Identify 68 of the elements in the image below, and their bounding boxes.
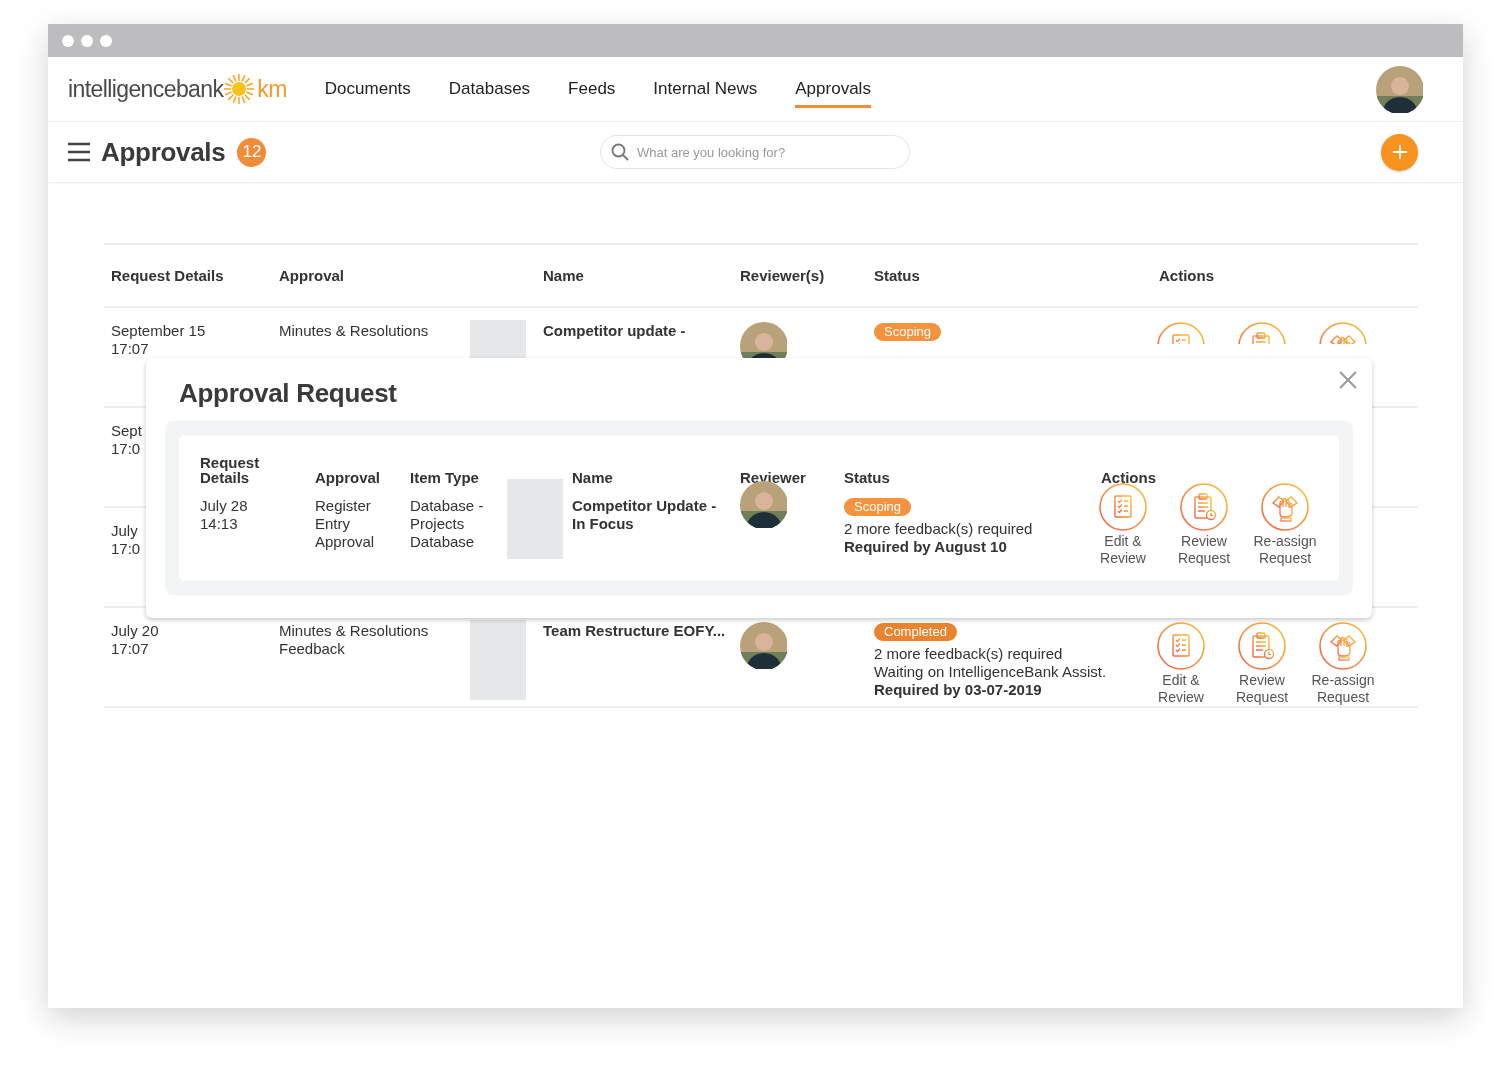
status-badge: Completed [874,623,957,641]
time-text: 14:13 [200,515,239,533]
search-field[interactable]: What are you looking for? [600,135,910,169]
approval-type: Minutes & Resolutions Feedback [279,622,430,658]
add-button[interactable] [1381,133,1418,171]
column-header: Reviewer(s) [739,267,826,284]
hands-icon [1319,622,1367,670]
column-header: Status [844,470,891,487]
sun-logo-icon [223,73,256,105]
column-header: Status [873,267,921,284]
column-header: Reviewer [740,470,807,487]
edit-review-button[interactable]: Edit & Review [1143,622,1219,706]
nav-link[interactable]: Documents [324,70,411,108]
search-icon [611,143,629,161]
time-text: 17:07 [111,640,149,658]
reassign-request-button[interactable]: Re-assign Request [1305,622,1381,706]
checklist-icon [1157,622,1205,670]
window-control[interactable] [81,34,93,47]
item-name[interactable]: Competitor update - [543,322,733,340]
item-name[interactable]: Team Restructure EOFY... [543,622,733,640]
column-header: Approval [278,267,345,284]
nav-link[interactable]: Databases [448,70,531,108]
nav-link[interactable]: Feeds [568,70,616,108]
window-control[interactable] [100,34,112,47]
due-date: Required by 03-07-2019 [874,681,1043,699]
date-text: September 15 [111,322,206,340]
date-text: Sept [111,422,142,440]
column-header: Item Type [410,470,480,487]
column-header: Request Details [110,267,225,284]
dialog-title: Approval Request [179,378,398,409]
column-header: Name [572,470,614,487]
count-badge: 12 [237,137,267,167]
status-detail: 2 more feedback(s) required [844,520,1034,538]
status-detail: 2 more feedback(s) required [874,645,1064,663]
status-badge: Scoping [844,498,911,516]
checklist-icon [1099,483,1147,531]
approval-type: Minutes & Resolutions [279,322,430,340]
item-type: Database - Projects Database [410,497,485,551]
review-request-button[interactable]: Review Request [1166,483,1242,567]
due-date: Required by August 10 [844,538,1008,556]
date-text: July [111,522,138,540]
status-badge: Scoping [874,323,941,341]
column-header: Name [542,267,585,284]
clipboard-clock-icon [1238,622,1286,670]
nav-link[interactable]: Internal News [653,70,758,108]
window-control[interactable] [62,34,74,47]
logo-text: intelligencebank [68,75,224,103]
status-detail: Waiting on IntelligenceBank Assist. [874,663,1108,681]
plus-icon [1390,143,1409,161]
approval-type: Register Entry Approval [315,497,376,551]
column-header: Request Details [200,455,261,487]
date-text: July 28 [200,497,249,515]
avatar[interactable] [1376,65,1423,113]
logo-text: km [257,75,287,103]
column-header: Approval [315,470,381,487]
page-title: Approvals [101,136,226,168]
nav-link[interactable]: Approvals [795,70,871,108]
time-text: 17:0 [111,440,141,458]
clipboard-clock-icon [1180,483,1228,531]
menu-icon[interactable] [67,141,91,163]
item-name[interactable]: Competitor Update - In Focus [572,497,722,533]
time-text: 17:0 [111,540,141,558]
review-request-button[interactable]: Review Request [1224,622,1300,706]
time-text: 17:07 [111,340,149,358]
hands-icon [1261,483,1309,531]
reassign-request-button[interactable]: Re-assign Request [1247,483,1323,567]
date-text: July 20 [111,622,159,640]
column-header: Actions [1158,267,1215,284]
